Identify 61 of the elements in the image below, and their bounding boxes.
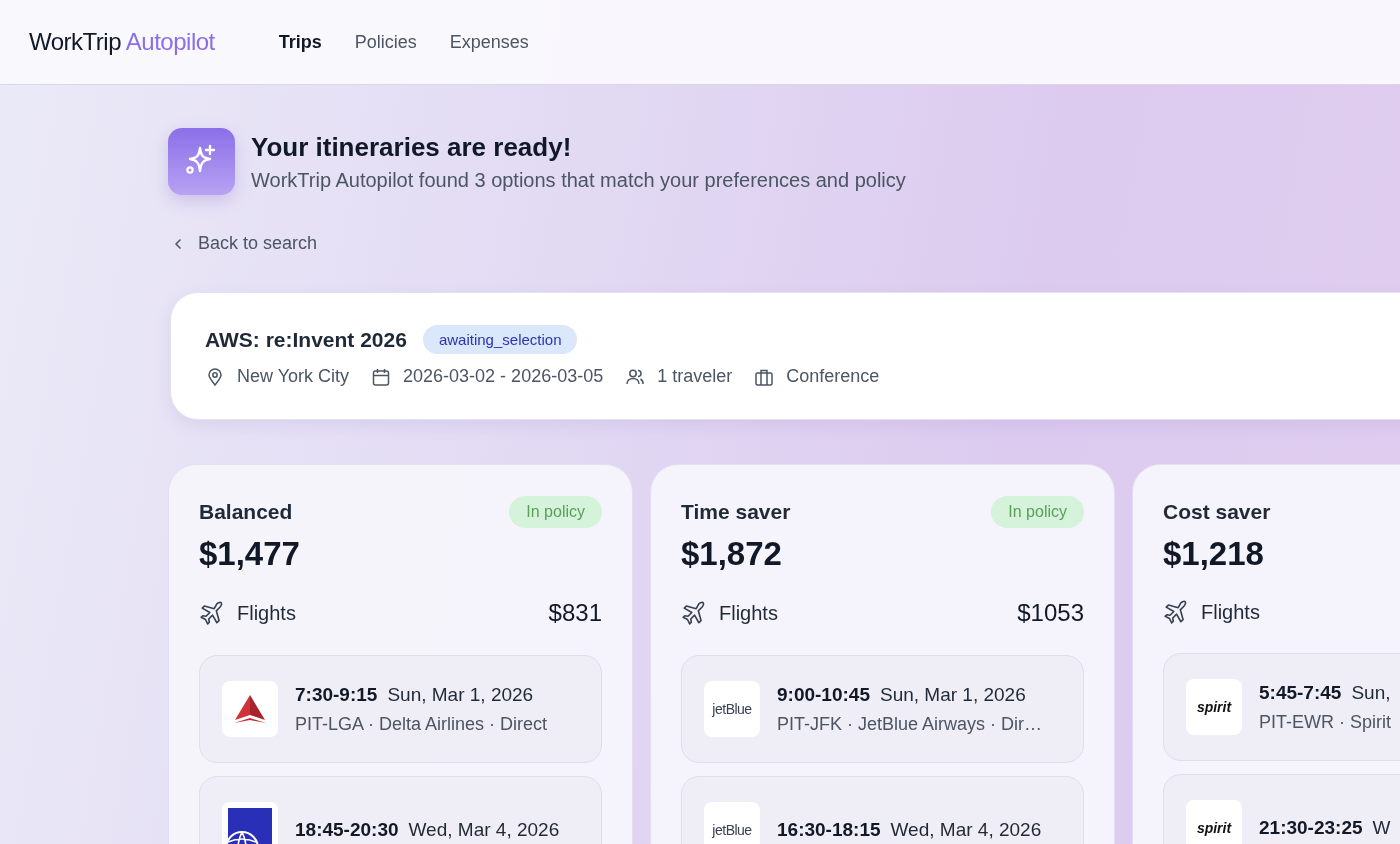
flight-date: Wed, Mar 4, 2026	[408, 819, 560, 841]
flight-route: PIT-EWR · Spirit	[1259, 711, 1391, 733]
trip-detail: Conference	[786, 366, 880, 387]
section-label: Flights	[237, 601, 296, 625]
flight-leg[interactable]: spirit 21:30-23:25 W	[1163, 774, 1400, 844]
flight-times: 16:30-18:15	[777, 819, 881, 841]
total-price: $1,218	[1163, 535, 1265, 573]
flight-date: Sun, Mar 1, 2026	[879, 683, 1026, 706]
page-subtitle: WorkTrip Autopilot found 3 options that match your preferences and policy	[251, 168, 906, 192]
option-label: Balanced	[199, 500, 293, 524]
nav-link[interactable]: Policies	[354, 31, 417, 53]
trip-detail: 2026-03-02 - 2026-03-05	[403, 366, 604, 387]
section-label: Flights	[719, 601, 778, 625]
itinerary-card[interactable]: Balanced In policy $1,477 Flights $831 7:30-9:15 Sun, Mar 1, 2026 PIT-LGA · Delta Airlines · Direct 18:45-20:30 Wed, Mar 4, 2026	[168, 464, 633, 844]
flight-leg[interactable]: 18:45-20:30 Wed, Mar 4, 2026	[199, 776, 602, 844]
itinerary-card[interactable]: Time saver In policy $1,872 Flights $1053 jetBlue 9:00-10:45 Sun, Mar 1, 2026 PIT-JFK · JetBlue Airways · Dir… jetBlue 16:30-18:15 Wed, Mar 4, 2026	[650, 464, 1115, 844]
flight-times: 7:30-9:15	[295, 683, 378, 706]
nav-link[interactable]: Expenses	[449, 31, 529, 53]
chevron-left-icon	[172, 237, 184, 250]
policy-badge: In policy	[509, 496, 602, 528]
airline-logo: spirit	[1196, 699, 1232, 715]
flight-times: 18:45-20:30	[295, 819, 399, 841]
trip-detail: 1 traveler	[657, 366, 733, 387]
itinerary-card[interactable]: Cost saver $1,218 Flights spirit 5:45-7:45 Sun, PIT-EWR · Spirit spirit 21:30-23:25 W	[1132, 464, 1400, 844]
trip-name: AWS: re:Invent 2026	[205, 327, 407, 352]
option-label: Time saver	[681, 500, 791, 524]
flight-leg[interactable]: spirit 5:45-7:45 Sun, PIT-EWR · Spirit	[1163, 653, 1400, 761]
total-price: $1,477	[199, 535, 301, 573]
flights-price: $1053	[1017, 599, 1084, 627]
sparkle-icon	[168, 128, 235, 195]
flight-route: PIT-LGA · Delta Airlines · Direct	[295, 713, 548, 735]
airline-logo: jetBlue	[712, 822, 752, 838]
flight-times: 21:30-23:25	[1259, 817, 1363, 839]
airline-logo: jetBlue	[712, 701, 752, 717]
nav-link[interactable]: Trips	[278, 31, 322, 53]
status-badge: awaiting_selection	[422, 325, 578, 354]
back-link[interactable]: Back to search	[172, 233, 318, 254]
plane-icon	[1163, 599, 1189, 625]
trip-detail: New York City	[237, 366, 350, 387]
flight-times: 5:45-7:45	[1259, 681, 1342, 704]
option-label: Cost saver	[1163, 500, 1271, 524]
section-label: Flights	[1201, 600, 1260, 624]
calendar-icon	[371, 366, 392, 387]
airline-logo: spirit	[1196, 820, 1232, 836]
flight-leg[interactable]: jetBlue 16:30-18:15 Wed, Mar 4, 2026	[681, 776, 1084, 844]
flight-date: Wed, Mar 4, 2026	[890, 819, 1042, 841]
flight-route: PIT-JFK · JetBlue Airways · Dir…	[777, 713, 1043, 735]
flight-date: W	[1372, 817, 1391, 839]
page-title: Your itineraries are ready!	[251, 131, 573, 163]
plane-icon	[199, 600, 225, 626]
flight-leg[interactable]: jetBlue 9:00-10:45 Sun, Mar 1, 2026 PIT-JFK · JetBlue Airways · Dir…	[681, 655, 1084, 763]
brand-logo[interactable]: WorkTrip Autopilot	[29, 28, 215, 56]
location-pin-icon	[205, 366, 225, 387]
flight-date: Sun, Mar 1, 2026	[387, 683, 534, 706]
total-price: $1,872	[681, 535, 783, 573]
flight-times: 9:00-10:45	[777, 683, 870, 706]
flight-leg[interactable]: 7:30-9:15 Sun, Mar 1, 2026 PIT-LGA · Delta Airlines · Direct	[199, 655, 602, 763]
plane-icon	[681, 600, 707, 626]
flights-price: $831	[548, 599, 602, 627]
policy-badge: In policy	[991, 496, 1084, 528]
flight-date: Sun,	[1351, 681, 1391, 704]
